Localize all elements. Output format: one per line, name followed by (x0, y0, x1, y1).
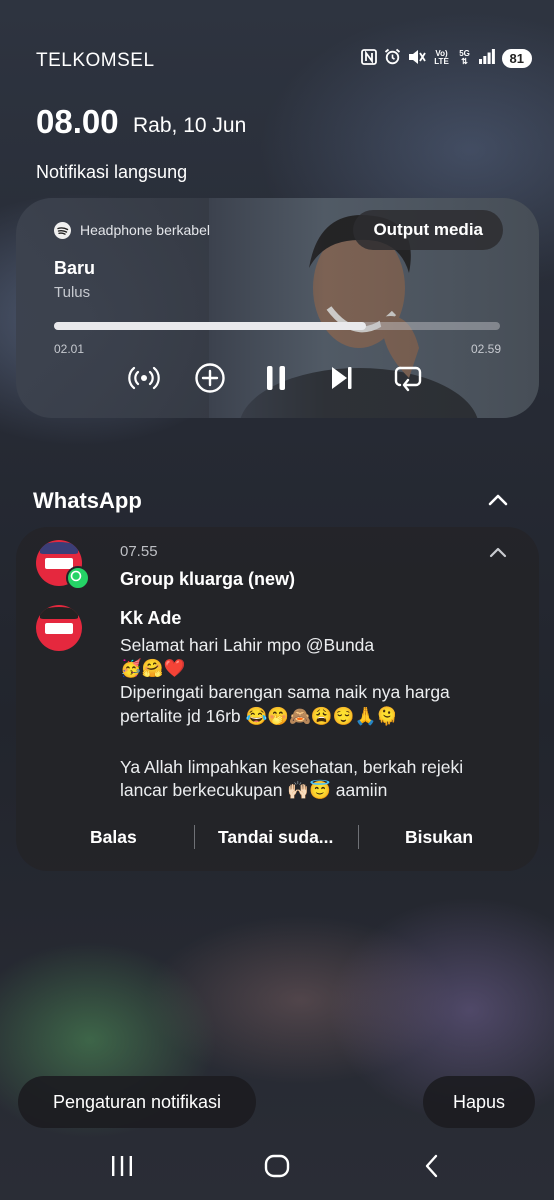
network-type-label: 5G (459, 49, 470, 58)
chevron-up-icon[interactable] (486, 490, 510, 510)
message-line: Diperingati barengan sama naik nya harga (120, 682, 450, 702)
notification-actions: Balas Tandai suda... Bisukan (16, 820, 539, 854)
home-icon[interactable] (257, 1150, 297, 1182)
notification-settings-button[interactable]: Pengaturan notifikasi (18, 1076, 256, 1128)
whatsapp-group-header: WhatsApp (33, 488, 142, 513)
media-player-card[interactable]: Headphone berkabel Output media Baru Tul… (16, 198, 539, 418)
spotify-icon (54, 222, 71, 239)
output-media-button[interactable]: Output media (353, 210, 503, 250)
mute-button[interactable]: Bisukan (405, 820, 473, 854)
5g-icon: 5G ⇅ (459, 49, 470, 66)
recents-icon[interactable] (102, 1150, 142, 1182)
status-icons: Vo) LTE 5G ⇅ 81 (360, 48, 532, 68)
message-line: lancar berkecukupan 🙌🏻😇 aamiin (120, 780, 388, 800)
collapse-notification-icon[interactable] (488, 544, 508, 560)
live-notifications-title: Notifikasi langsung (36, 162, 188, 182)
whatsapp-icon (66, 566, 90, 590)
song-title: Baru (54, 258, 96, 278)
nfc-icon (360, 48, 377, 68)
add-icon[interactable] (193, 361, 227, 395)
divider (358, 825, 359, 849)
back-icon[interactable] (412, 1150, 452, 1182)
clock-time: 08.00 (36, 103, 119, 140)
mark-read-button[interactable]: Tandai suda... (218, 820, 333, 854)
next-icon[interactable] (325, 361, 359, 395)
battery-icon: 81 (501, 48, 532, 68)
clock-date: Rab, 10 Jun (133, 114, 247, 137)
elapsed-time: 02.01 (54, 342, 85, 356)
volte-icon: Vo) LTE (434, 49, 449, 66)
message-line: 🥳🤗❤️ (120, 658, 186, 678)
broadcast-icon[interactable] (127, 361, 161, 395)
mute-icon (408, 49, 426, 68)
alarm-icon (384, 48, 401, 68)
signal-icon (478, 49, 495, 67)
message-line: pertalite jd 16rb 😂🤭🙈😩😌🙏🫠 (120, 706, 399, 726)
sender-avatar (36, 605, 82, 651)
media-output-source: Headphone berkabel (80, 222, 210, 238)
reply-button[interactable]: Balas (90, 820, 137, 854)
notification-time: 07.55 (120, 543, 158, 560)
repeat-icon[interactable] (391, 361, 425, 395)
pause-icon[interactable] (259, 361, 293, 395)
message-line: Ya Allah limpahkan kesehatan, berkah rej… (120, 757, 464, 777)
message-line: Selamat hari Lahir mpo @Bunda (120, 635, 375, 655)
song-artist: Tulus (54, 284, 91, 301)
playback-progress-bar[interactable] (54, 322, 500, 330)
sender-name: Kk Ade (120, 608, 182, 628)
carrier-name: TELKOMSEL (36, 50, 155, 71)
group-name: Group kluarga (new) (120, 569, 296, 589)
clear-all-button[interactable]: Hapus (423, 1076, 535, 1128)
playback-progress-fill (54, 322, 367, 330)
divider (194, 825, 195, 849)
total-time: 02.59 (470, 342, 501, 356)
